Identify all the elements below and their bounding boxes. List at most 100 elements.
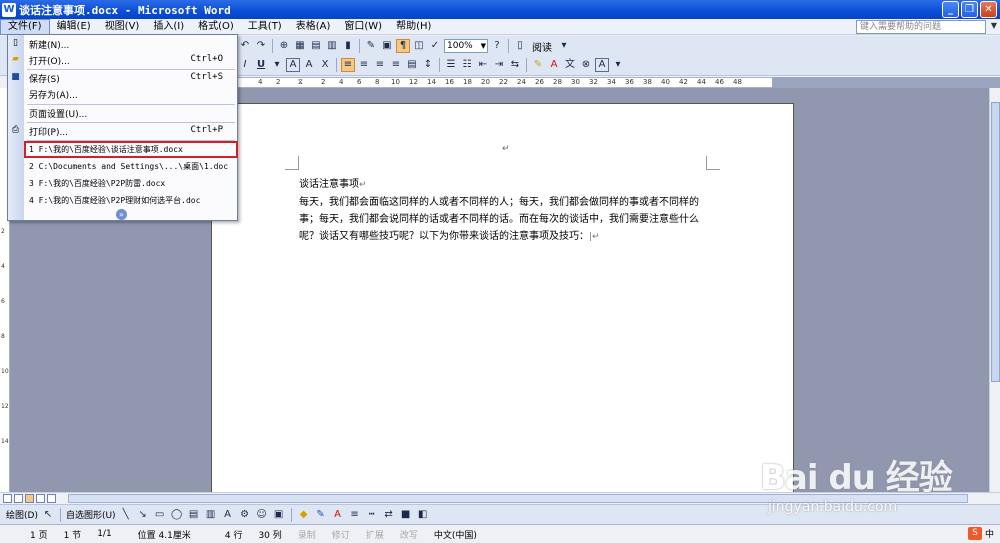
textbox-icon[interactable]: ▤: [187, 508, 201, 522]
line-spacing-icon[interactable]: ↕: [421, 58, 435, 72]
font-color-icon[interactable]: A: [331, 508, 345, 522]
menu-item-save-as[interactable]: 另存为(A)...: [8, 86, 237, 102]
select-objects-icon[interactable]: ↖: [41, 508, 55, 522]
fill-color-icon[interactable]: ◆: [297, 508, 311, 522]
recent-file-2[interactable]: 2 C:\Documents and Settings\...\桌面\1.doc: [8, 158, 237, 174]
document-map-icon[interactable]: ▣: [380, 39, 394, 53]
rectangle-icon[interactable]: ▭: [153, 508, 167, 522]
vertical-textbox-icon[interactable]: ▥: [204, 508, 218, 522]
wordart-icon[interactable]: A: [221, 508, 235, 522]
char-border-a-icon[interactable]: A: [595, 58, 609, 72]
menu-item-page-setup[interactable]: 页面设置(U)...: [8, 105, 237, 121]
enclose-icon[interactable]: ⊗: [579, 58, 593, 72]
minimize-button[interactable]: _: [942, 1, 959, 18]
bullets-icon[interactable]: ☷: [460, 58, 474, 72]
menu-item-print[interactable]: ⎙ 打印(P)... Ctrl+P: [8, 123, 237, 139]
diagram-icon[interactable]: ⚙: [238, 508, 252, 522]
menu-insert[interactable]: 插入(I): [146, 19, 191, 35]
preview-icon[interactable]: ◫: [412, 39, 426, 53]
clipart-icon[interactable]: ☺: [255, 508, 269, 522]
word-app-icon[interactable]: W: [2, 2, 16, 17]
document-page[interactable]: ↵ 谈话注意事项↵ 每天，我们都会面临这同样的人或者不同样的人；每天，我们都会做…: [211, 103, 794, 492]
sogou-ime-icon[interactable]: S: [967, 527, 982, 540]
increase-indent-icon[interactable]: ⇥: [492, 58, 506, 72]
menu-window[interactable]: 窗口(W): [337, 19, 389, 35]
hyperlink-icon[interactable]: ⊕: [277, 39, 291, 53]
web-view-button[interactable]: [14, 494, 23, 503]
insert-table-icon[interactable]: ▤: [309, 39, 323, 53]
recent-file-4[interactable]: 4 F:\我的\百度经验\P2P理财如何选平台.doc: [8, 192, 237, 208]
char-scale-icon[interactable]: X: [318, 58, 332, 72]
autoshapes-button[interactable]: 自选图形(U): [66, 508, 116, 521]
3d-icon[interactable]: ◧: [416, 508, 430, 522]
ime-mode[interactable]: 中: [985, 527, 994, 540]
outline-view-button[interactable]: [36, 494, 45, 503]
chevron-down-icon[interactable]: ▾: [557, 39, 571, 53]
char-shading-icon[interactable]: A: [302, 58, 316, 72]
arrow-style-icon[interactable]: ⇄: [382, 508, 396, 522]
font-color-icon[interactable]: A: [547, 58, 561, 72]
menu-file[interactable]: 文件(F): [0, 18, 50, 35]
align-left-icon[interactable]: ≡: [341, 58, 355, 72]
menu-item-new[interactable]: ▯ 新建(N)...: [8, 36, 237, 52]
horizontal-ruler[interactable]: 4 2 ⧖ 2 4 6 8 10 12 14 16 18 20 22 24 26…: [238, 77, 772, 88]
restore-button[interactable]: ❐: [961, 1, 978, 18]
dash-style-icon[interactable]: ┅: [365, 508, 379, 522]
draw-menu-button[interactable]: 绘图(D): [6, 508, 38, 521]
arrow-icon[interactable]: ↘: [136, 508, 150, 522]
zoom-select[interactable]: 100% ▼: [444, 39, 488, 53]
ime-indicator[interactable]: S 中: [967, 527, 994, 540]
redo-icon[interactable]: ↷: [254, 39, 268, 53]
italic-icon[interactable]: I: [238, 58, 252, 72]
vertical-scrollbar[interactable]: [989, 88, 1000, 492]
shadow-icon[interactable]: ■: [399, 508, 413, 522]
char-border-icon[interactable]: A: [286, 58, 300, 72]
status-overtype[interactable]: 改写: [392, 528, 426, 541]
wrap-icon[interactable]: ⇆: [508, 58, 522, 72]
expand-menu-icon[interactable]: »: [116, 209, 127, 220]
status-track[interactable]: 修订: [324, 528, 358, 541]
justify-icon[interactable]: ≡: [389, 58, 403, 72]
menu-view[interactable]: 视图(V): [98, 19, 147, 35]
highlight-icon[interactable]: ✎: [531, 58, 545, 72]
recent-file-3[interactable]: 3 F:\我的\百度经验\P2P防雷.docx: [8, 175, 237, 191]
spelling-icon[interactable]: ✓: [428, 39, 442, 53]
columns-icon[interactable]: ▮: [341, 39, 355, 53]
oval-icon[interactable]: ◯: [170, 508, 184, 522]
menu-table[interactable]: 表格(A): [289, 19, 338, 35]
phonetic-icon[interactable]: 文: [563, 58, 577, 72]
menu-help[interactable]: 帮助(H): [389, 19, 438, 35]
help-dropdown-icon[interactable]: ▼: [991, 21, 997, 30]
drawing-icon[interactable]: ✎: [364, 39, 378, 53]
help-search-input[interactable]: 键入需要帮助的问题: [856, 20, 986, 34]
insert-excel-icon[interactable]: ▥: [325, 39, 339, 53]
chevron-down-icon[interactable]: ▾: [611, 58, 625, 72]
line-icon[interactable]: ╲: [119, 508, 133, 522]
status-extend[interactable]: 扩展: [358, 528, 392, 541]
menu-item-open[interactable]: ▰ 打开(O)... Ctrl+O: [8, 52, 237, 68]
numbering-icon[interactable]: ☰: [444, 58, 458, 72]
close-button[interactable]: ✕: [980, 1, 997, 18]
print-view-button[interactable]: [25, 494, 34, 503]
reading-view-button[interactable]: [47, 494, 56, 503]
menu-edit[interactable]: 编辑(E): [50, 19, 98, 35]
picture-icon[interactable]: ▣: [272, 508, 286, 522]
show-hide-icon[interactable]: ¶: [396, 39, 410, 53]
document-text[interactable]: 谈话注意事项↵ 每天，我们都会面临这同样的人或者不同样的人；每天，我们都会做同样…: [299, 176, 709, 246]
undo-icon[interactable]: ↶: [238, 39, 252, 53]
menu-item-save[interactable]: ■ 保存(S) Ctrl+S: [8, 70, 237, 86]
tables-borders-icon[interactable]: ▦: [293, 39, 307, 53]
chevron-down-icon[interactable]: ▾: [270, 58, 284, 72]
align-center-icon[interactable]: ≡: [357, 58, 371, 72]
indent-marker-icon[interactable]: ⧖: [298, 78, 303, 87]
status-record[interactable]: 录制: [290, 528, 324, 541]
decrease-indent-icon[interactable]: ⇤: [476, 58, 490, 72]
align-right-icon[interactable]: ≡: [373, 58, 387, 72]
menu-format[interactable]: 格式(O): [191, 19, 241, 35]
line-color-icon[interactable]: ✎: [314, 508, 328, 522]
normal-view-button[interactable]: [3, 494, 12, 503]
read-button[interactable]: 阅读: [529, 39, 555, 54]
menu-tools[interactable]: 工具(T): [241, 19, 289, 35]
distributed-icon[interactable]: ▤: [405, 58, 419, 72]
vertical-scroll-thumb[interactable]: [991, 102, 1000, 382]
